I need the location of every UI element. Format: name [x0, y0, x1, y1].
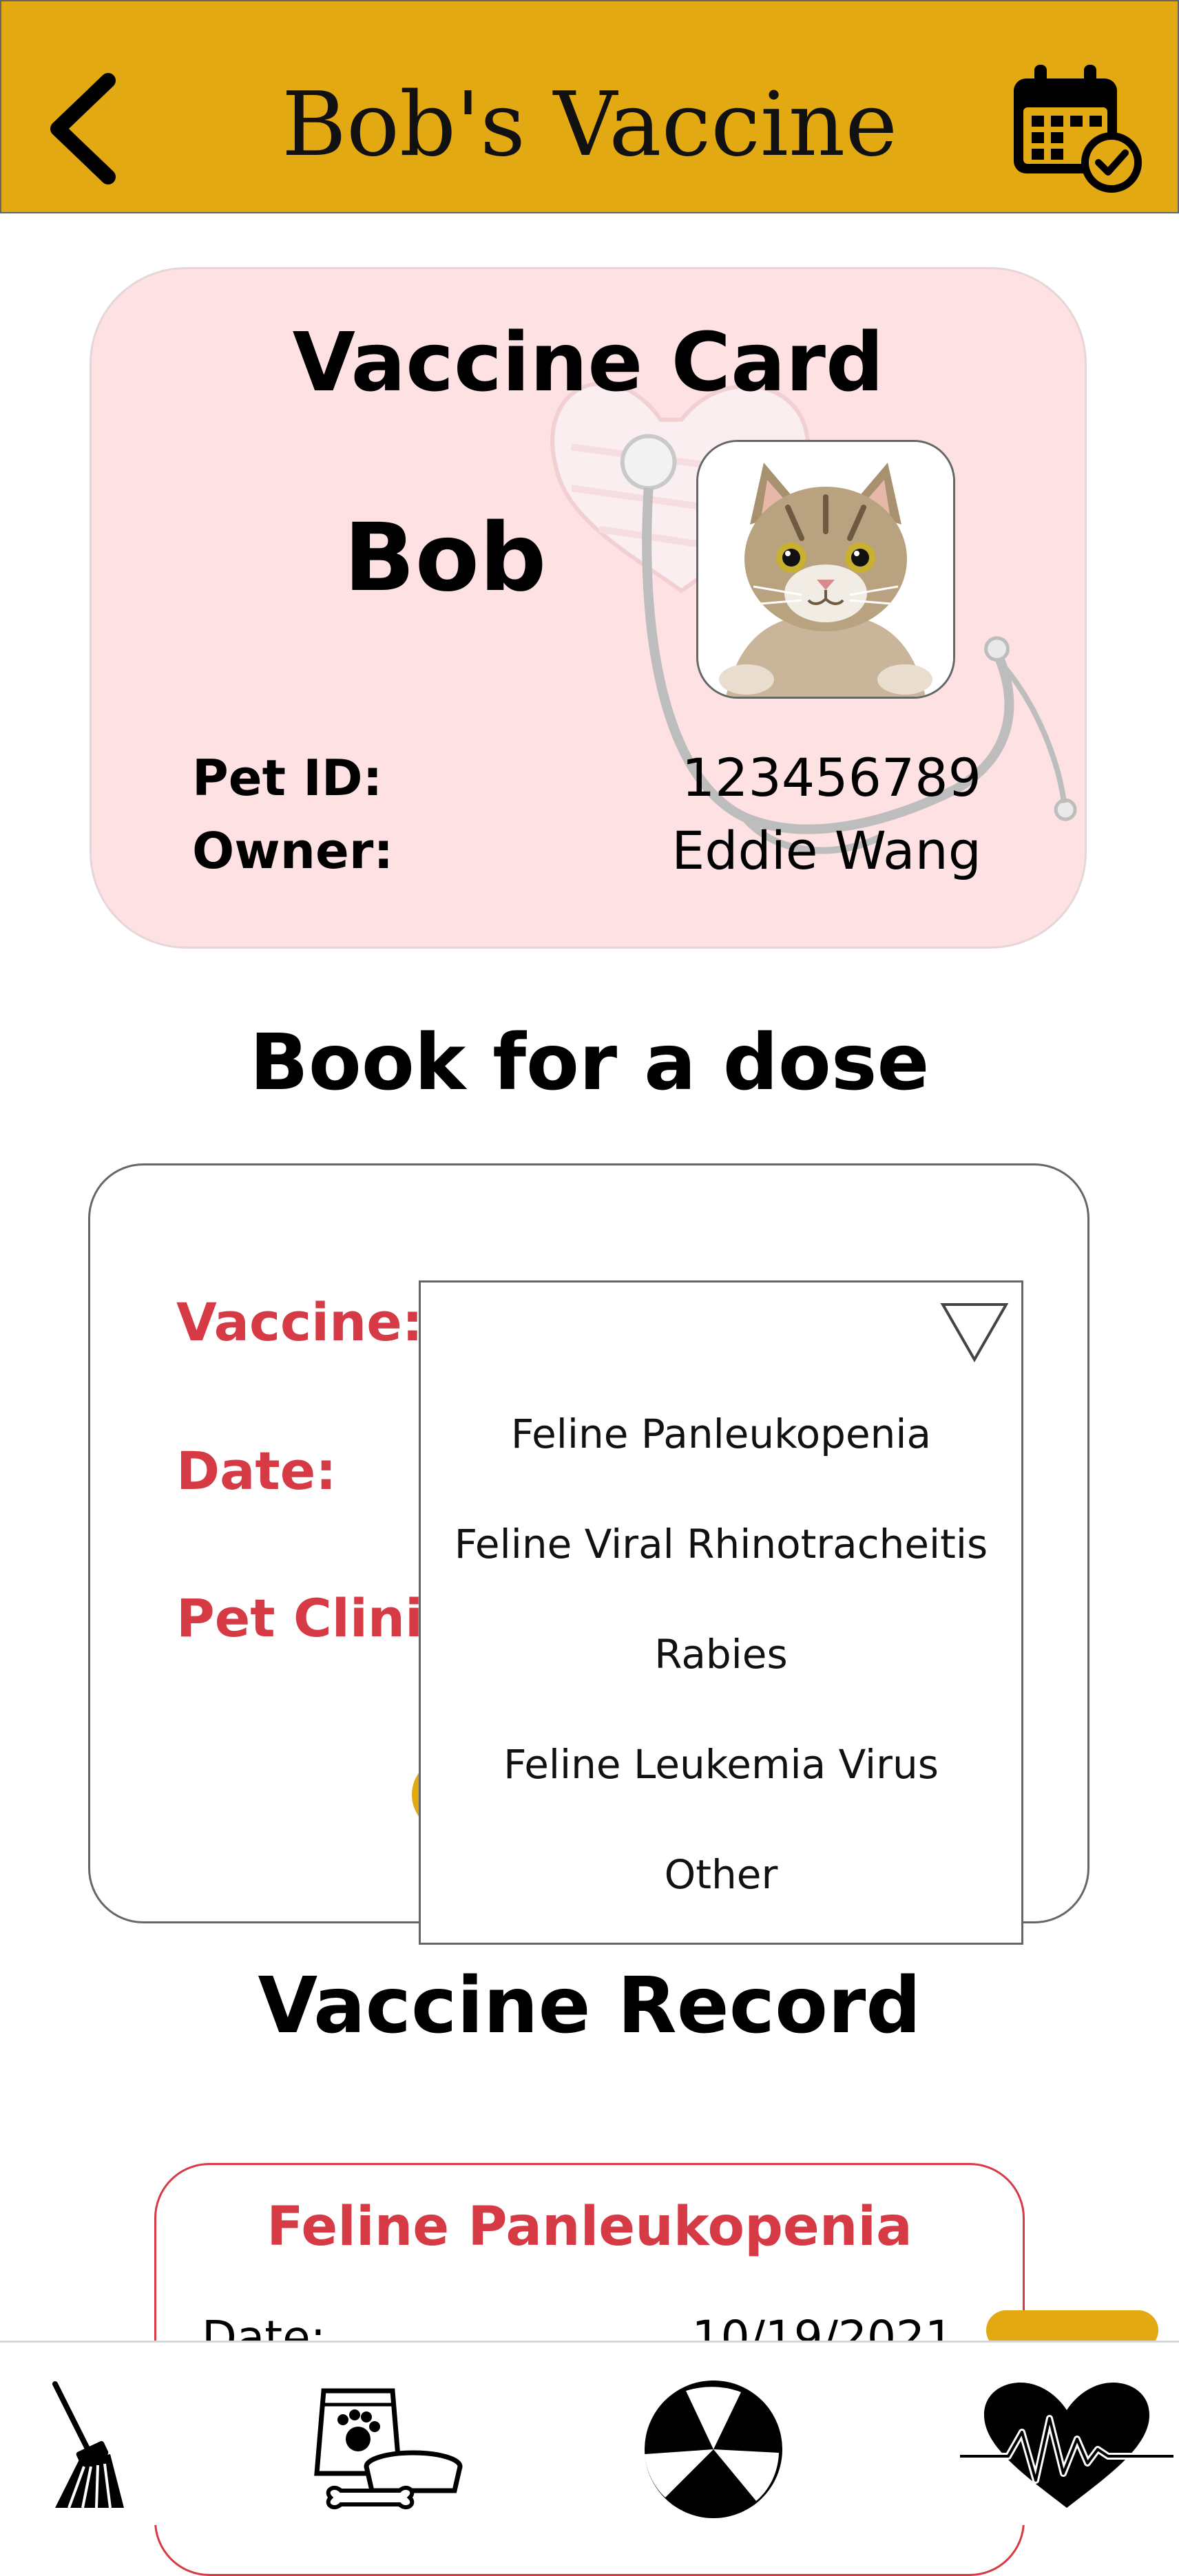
pet-photo: [696, 440, 955, 699]
triangle-down-icon: [940, 1303, 1009, 1363]
broom-icon: [52, 2381, 124, 2509]
page-title: Bob's Vaccine: [281, 74, 898, 176]
vaccine-card: Vaccine Card Bob Pet ID: 123456789 Owner…: [90, 267, 1087, 949]
nav-item-health[interactable]: [960, 2377, 1173, 2517]
vaccine-label: Vaccine:: [176, 1291, 424, 1353]
nav-item-cleaning[interactable]: [41, 2377, 145, 2517]
dropdown-option-feline-panleukopenia[interactable]: Feline Panleukopenia: [421, 1379, 1021, 1489]
calendar-check-icon: [1014, 65, 1142, 193]
app-header: Bob's Vaccine: [0, 0, 1179, 213]
heart-rate-icon: [960, 2383, 1173, 2508]
dropdown-option-feline-leukemia-virus[interactable]: Feline Leukemia Virus: [421, 1709, 1021, 1819]
vaccine-dropdown-list: Feline Panleukopenia Feline Viral Rhinot…: [419, 1379, 1023, 1945]
vaccine-card-title: Vaccine Card: [292, 315, 884, 410]
record-vaccine-name: Feline Panleukopenia: [267, 2196, 912, 2258]
pet-food-icon: [314, 2388, 463, 2510]
pet-name: Bob: [344, 504, 547, 613]
back-button[interactable]: [43, 70, 125, 187]
owner-value: Eddie Wang: [671, 820, 981, 881]
bottom-nav: [0, 2341, 1179, 2525]
dropdown-option-rabies[interactable]: Rabies: [421, 1599, 1021, 1709]
calendar-button[interactable]: [1008, 59, 1146, 197]
dropdown-option-other[interactable]: Other: [421, 1819, 1021, 1930]
nav-item-food[interactable]: [303, 2377, 468, 2517]
chevron-left-icon: [50, 73, 116, 184]
pet-id-label: Pet ID:: [192, 749, 383, 807]
record-section-title: Vaccine Record: [258, 1961, 921, 2051]
ball-icon: [645, 2380, 782, 2518]
pet-id-value: 123456789: [681, 747, 981, 808]
date-label: Date:: [176, 1440, 337, 1501]
book-section-title: Book for a dose: [249, 1018, 930, 1108]
clinic-label: Pet Clinic: [176, 1587, 455, 1649]
vaccine-select[interactable]: [419, 1280, 1023, 1381]
nav-item-play[interactable]: [638, 2377, 789, 2524]
cat-photo-illustration: [698, 442, 953, 697]
owner-label: Owner:: [192, 822, 394, 880]
dropdown-option-feline-viral-rhinotracheitis[interactable]: Feline Viral Rhinotracheitis: [421, 1489, 1021, 1599]
